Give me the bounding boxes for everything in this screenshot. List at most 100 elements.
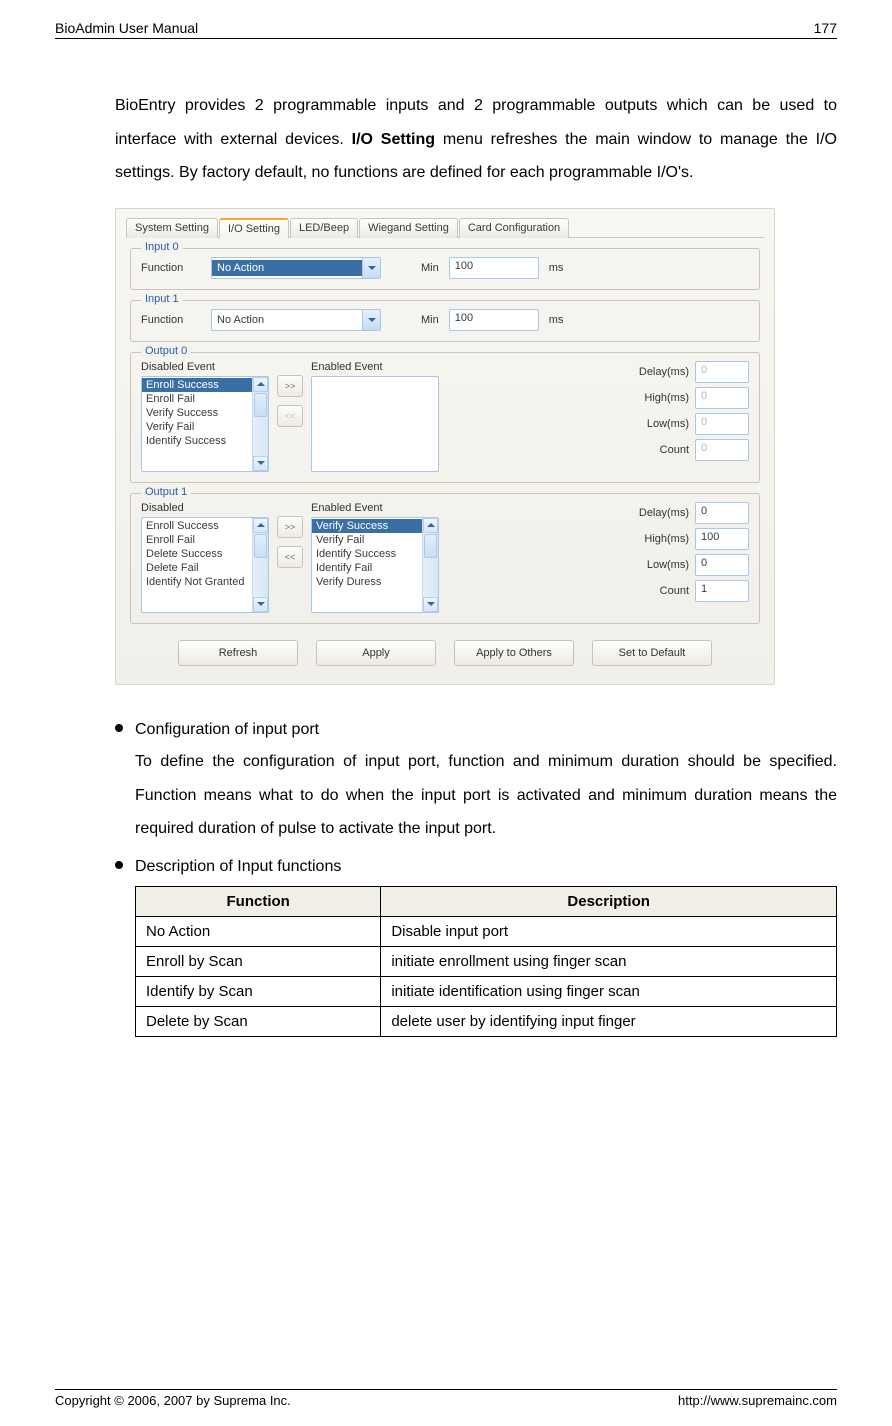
move-left-button[interactable]: <<	[277, 405, 303, 427]
scrollbar-thumb[interactable]	[254, 393, 267, 417]
bullet-icon	[115, 861, 123, 869]
chevron-up-icon[interactable]	[253, 377, 268, 392]
list-item[interactable]: Enroll Fail	[142, 392, 252, 406]
list-item[interactable]: Identify Success	[312, 547, 422, 561]
chevron-down-icon[interactable]	[253, 597, 268, 612]
footer-copyright: Copyright © 2006, 2007 by Suprema Inc.	[55, 1393, 291, 1408]
output0-enabled-list[interactable]	[311, 376, 439, 472]
set-to-default-button[interactable]: Set to Default	[592, 640, 712, 666]
apply-to-others-button[interactable]: Apply to Others	[454, 640, 574, 666]
tab-led-beep[interactable]: LED/Beep	[290, 218, 358, 238]
table-row: No Action Disable input port	[136, 917, 837, 947]
output0-disabled-label: Disabled Event	[141, 361, 269, 373]
output0-high-input[interactable]: 0	[695, 387, 749, 409]
table-cell: Delete by Scan	[136, 1007, 381, 1037]
output1-low-input[interactable]: 0	[695, 554, 749, 576]
intro-bold: I/O Setting	[352, 131, 435, 148]
fieldset-input1: Input 1 Function No Action Min 100 ms	[130, 300, 760, 342]
input0-function-combo[interactable]: No Action	[211, 257, 381, 279]
scrollbar[interactable]	[252, 377, 268, 471]
list-item[interactable]: Verify Fail	[312, 533, 422, 547]
input0-min-label: Min	[421, 262, 439, 274]
footer-url: http://www.supremainc.com	[678, 1393, 837, 1408]
bullet-1-title: Configuration of input port	[135, 715, 837, 745]
list-item[interactable]: Verify Success	[142, 406, 252, 420]
tab-io-setting[interactable]: I/O Setting	[219, 218, 289, 238]
output1-disabled-list[interactable]: Enroll Success Enroll Fail Delete Succes…	[141, 517, 269, 613]
list-item[interactable]: Identify Success	[142, 434, 252, 448]
output0-enabled-label: Enabled Event	[311, 361, 439, 373]
functions-table: Function Description No Action Disable i…	[135, 886, 837, 1037]
chevron-up-icon[interactable]	[423, 518, 438, 533]
apply-button[interactable]: Apply	[316, 640, 436, 666]
list-item[interactable]: Verify Fail	[142, 420, 252, 434]
bullet-1-text: To define the configuration of input por…	[135, 745, 837, 846]
table-cell: Identify by Scan	[136, 977, 381, 1007]
legend-output0: Output 0	[141, 345, 191, 357]
move-right-button[interactable]: >>	[277, 375, 303, 397]
output0-delay-input[interactable]: 0	[695, 361, 749, 383]
input1-min-input[interactable]: 100	[449, 309, 539, 331]
chevron-down-icon[interactable]	[362, 258, 380, 278]
output0-count-input[interactable]: 0	[695, 439, 749, 461]
output1-delay-label: Delay(ms)	[617, 507, 689, 519]
list-item[interactable]: Delete Success	[142, 547, 252, 561]
list-item[interactable]: Verify Success	[312, 519, 422, 533]
output1-count-input[interactable]: 1	[695, 580, 749, 602]
input0-function-value: No Action	[212, 260, 362, 276]
input0-unit: ms	[549, 262, 564, 274]
list-item[interactable]: Identify Not Granted	[142, 575, 252, 589]
tab-bar: System Setting I/O Setting LED/Beep Wieg…	[126, 217, 764, 238]
input1-function-combo[interactable]: No Action	[211, 309, 381, 331]
output1-count-label: Count	[617, 585, 689, 597]
fieldset-output0: Output 0 Disabled Event Enroll Success E…	[130, 352, 760, 483]
app-screenshot: System Setting I/O Setting LED/Beep Wieg…	[115, 208, 775, 685]
table-cell: No Action	[136, 917, 381, 947]
chevron-down-icon[interactable]	[362, 310, 380, 330]
page-number: 177	[814, 20, 837, 36]
legend-input0: Input 0	[141, 241, 183, 253]
fieldset-input0: Input 0 Function No Action Min 100 ms	[130, 248, 760, 290]
tab-system-setting[interactable]: System Setting	[126, 218, 218, 238]
scrollbar-thumb[interactable]	[254, 534, 267, 558]
output0-low-input[interactable]: 0	[695, 413, 749, 435]
output0-count-label: Count	[617, 444, 689, 456]
output1-low-label: Low(ms)	[617, 559, 689, 571]
list-item[interactable]: Enroll Success	[142, 519, 252, 533]
intro-paragraph: BioEntry provides 2 programmable inputs …	[115, 89, 837, 190]
input0-function-label: Function	[141, 262, 201, 274]
output0-high-label: High(ms)	[617, 392, 689, 404]
list-item[interactable]: Identify Fail	[312, 561, 422, 575]
move-right-button[interactable]: >>	[277, 516, 303, 538]
bullet-2-title: Description of Input functions	[135, 852, 837, 882]
scrollbar[interactable]	[422, 518, 438, 612]
input1-unit: ms	[549, 314, 564, 326]
scrollbar[interactable]	[252, 518, 268, 612]
fieldset-output1: Output 1 Disabled Enroll Success Enroll …	[130, 493, 760, 624]
output1-disabled-label: Disabled	[141, 502, 269, 514]
output1-high-input[interactable]: 100	[695, 528, 749, 550]
input0-min-input[interactable]: 100	[449, 257, 539, 279]
list-item[interactable]: Enroll Success	[142, 378, 252, 392]
output1-high-label: High(ms)	[617, 533, 689, 545]
chevron-down-icon[interactable]	[253, 456, 268, 471]
tab-card-configuration[interactable]: Card Configuration	[459, 218, 569, 238]
output1-enabled-list[interactable]: Verify Success Verify Fail Identify Succ…	[311, 517, 439, 613]
table-cell: Disable input port	[381, 917, 837, 947]
output1-enabled-label: Enabled Event	[311, 502, 439, 514]
legend-input1: Input 1	[141, 293, 183, 305]
list-item[interactable]: Delete Fail	[142, 561, 252, 575]
bullet-icon	[115, 724, 123, 732]
input1-function-value: No Action	[212, 312, 362, 328]
scrollbar-thumb[interactable]	[424, 534, 437, 558]
chevron-down-icon[interactable]	[423, 597, 438, 612]
output1-delay-input[interactable]: 0	[695, 502, 749, 524]
list-item[interactable]: Verify Duress	[312, 575, 422, 589]
tab-wiegand-setting[interactable]: Wiegand Setting	[359, 218, 458, 238]
list-item[interactable]: Enroll Fail	[142, 533, 252, 547]
chevron-up-icon[interactable]	[253, 518, 268, 533]
move-left-button[interactable]: <<	[277, 546, 303, 568]
output0-disabled-list[interactable]: Enroll Success Enroll Fail Verify Succes…	[141, 376, 269, 472]
table-header-description: Description	[381, 887, 837, 917]
refresh-button[interactable]: Refresh	[178, 640, 298, 666]
